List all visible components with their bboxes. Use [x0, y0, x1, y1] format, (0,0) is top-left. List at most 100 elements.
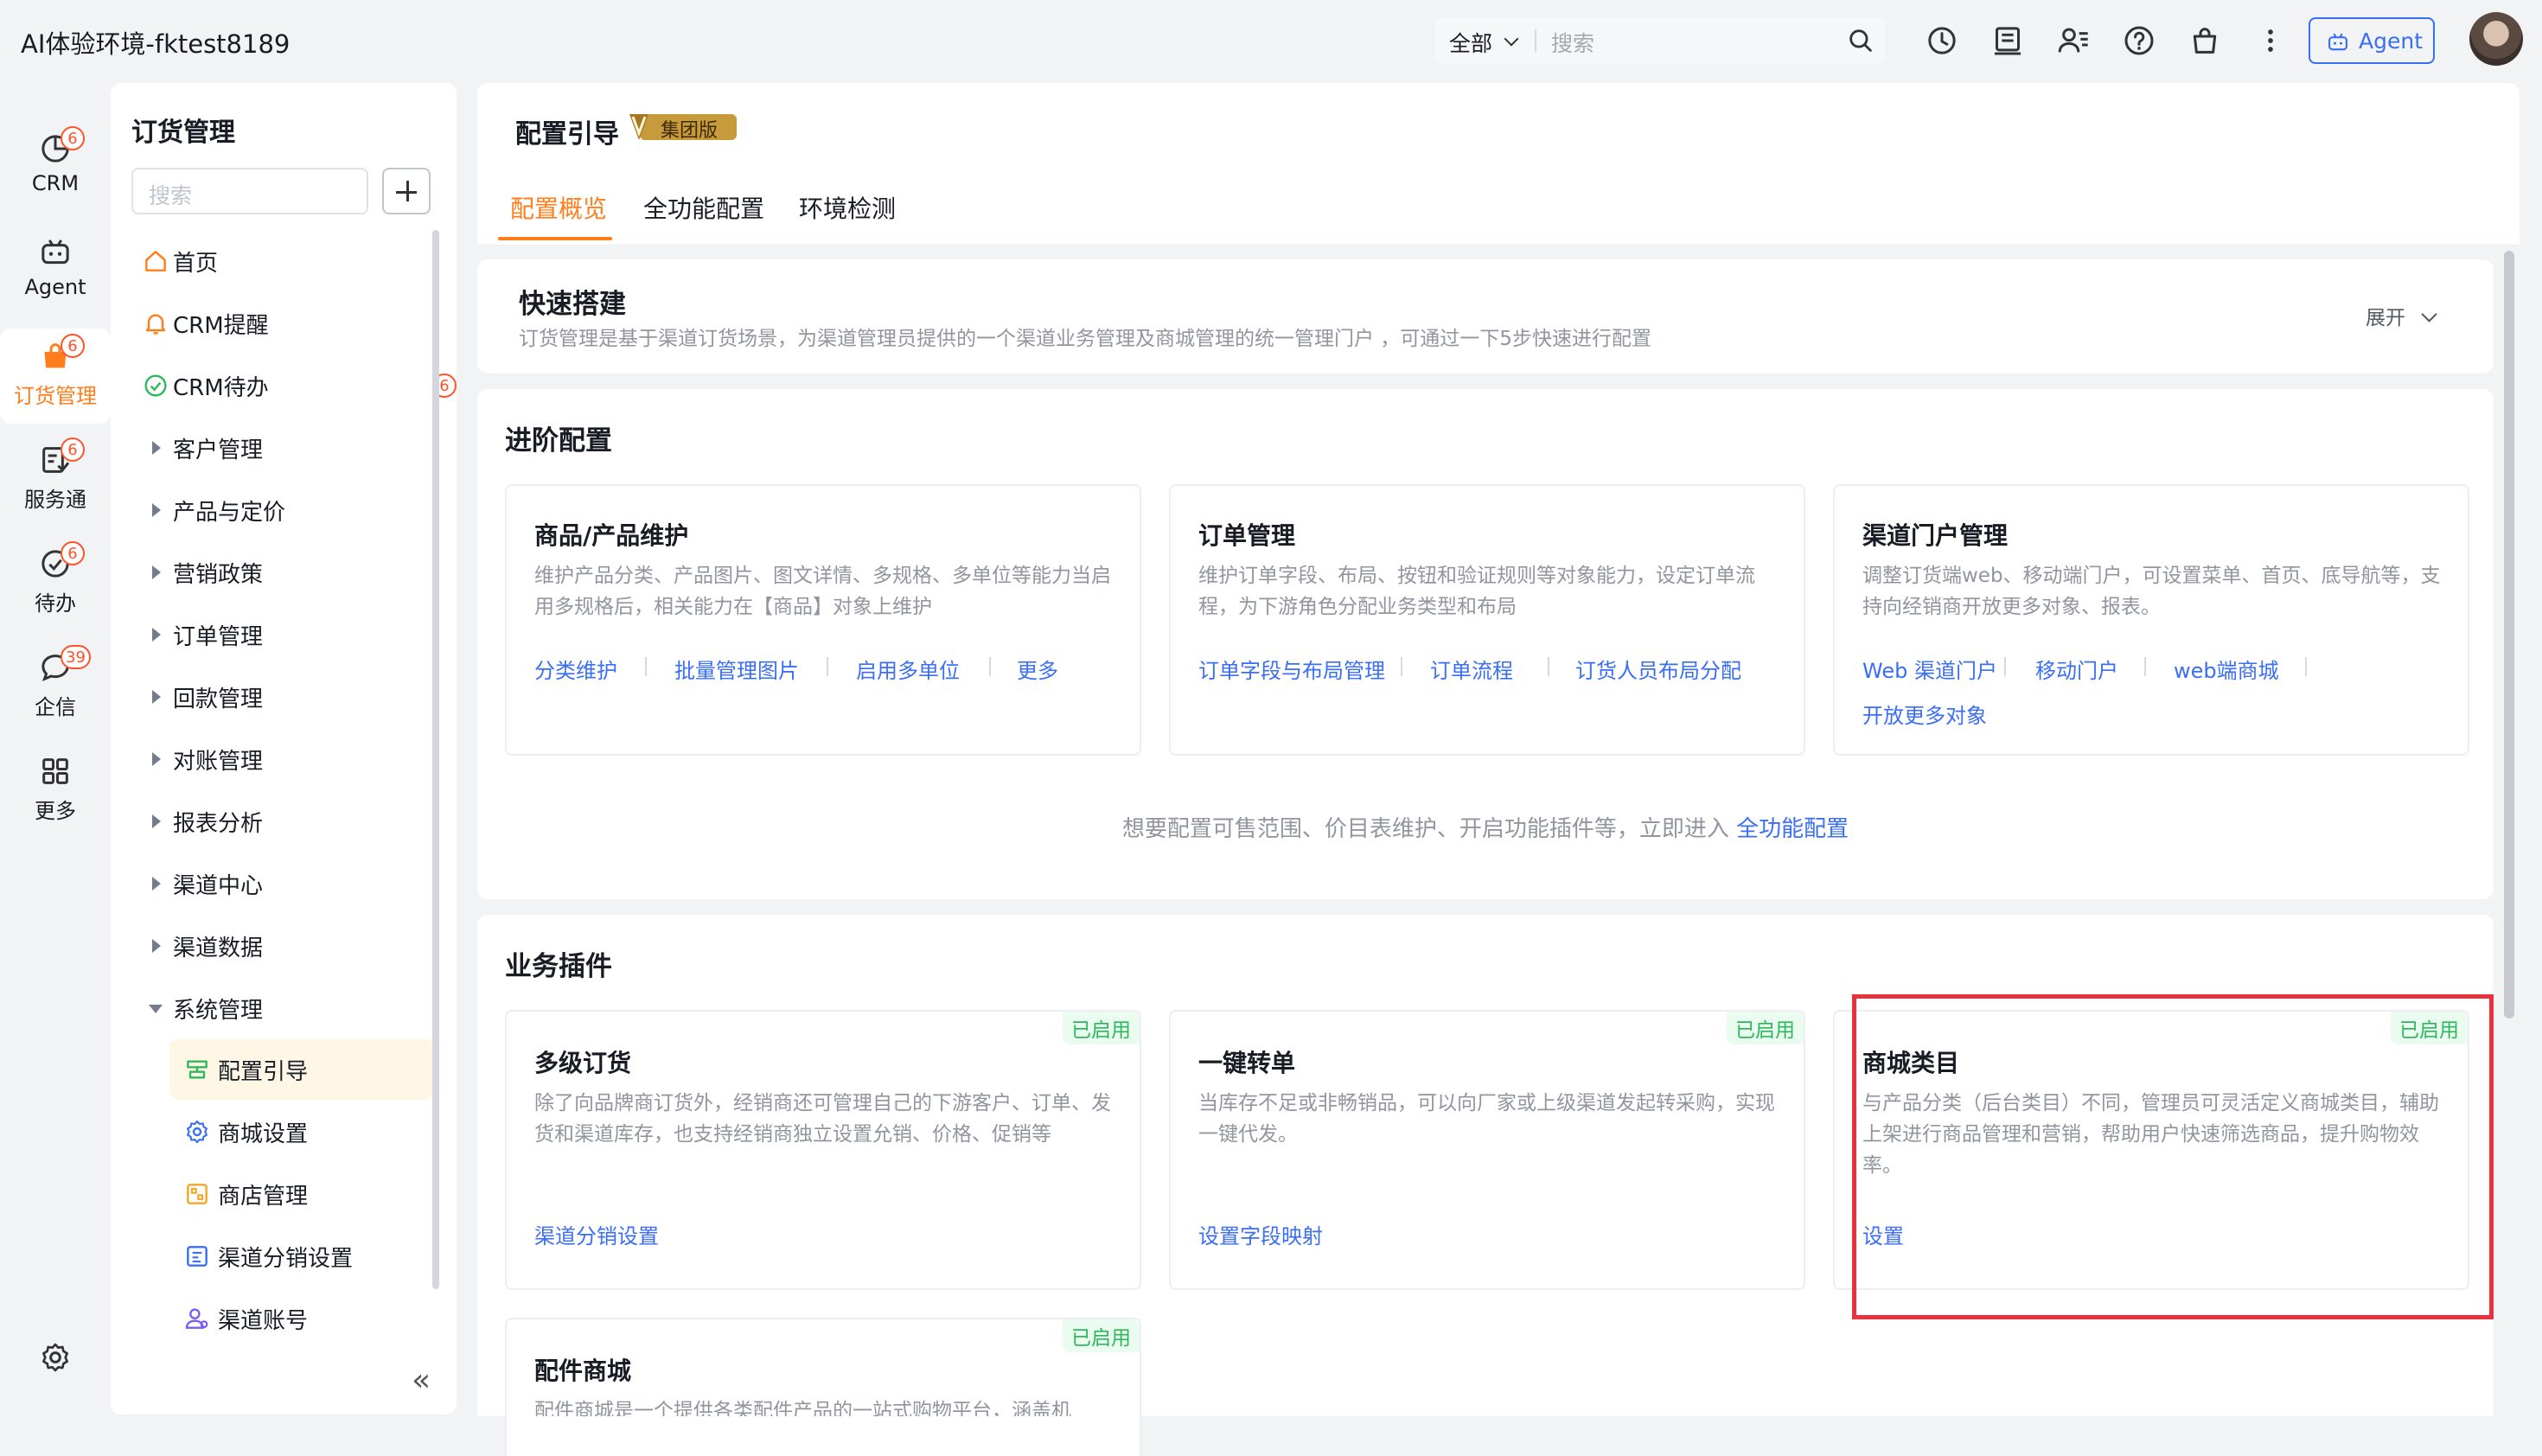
sidebar-item-home[interactable]: 首页	[142, 235, 436, 287]
link-web-portal[interactable]: Web 渠道门户	[1862, 654, 1997, 684]
card-desc: 当库存不足或非畅销品，可以向厂家或上级渠道发起转采购，实现一键代发。	[1198, 1092, 1775, 1146]
module-sidebar: 订货管理 搜索 首页 CRM提醒 CRM待办 6 客户管理 产品与定价 营销政策…	[111, 83, 457, 1414]
tab-environment-check[interactable]: 环境检测	[799, 190, 896, 225]
card-title: 订单管理	[1198, 521, 1296, 550]
grid-icon	[42, 758, 68, 784]
link-batch-images[interactable]: 批量管理图片	[674, 654, 799, 684]
sidebar-item-label: 客户管理	[173, 437, 264, 463]
sidebar-item-label: 商城设置	[218, 1121, 309, 1147]
add-button[interactable]	[382, 168, 431, 214]
more-icon[interactable]	[2253, 23, 2288, 58]
sidebar-item-channel-accounts[interactable]: 渠道账号	[169, 1288, 434, 1349]
link-field-mapping[interactable]: 设置字段映射	[1198, 1219, 1323, 1249]
sidebar-group-reports[interactable]: 报表分析	[142, 795, 436, 847]
rail-item-more[interactable]: 更多	[0, 744, 111, 839]
sidebar-item-label: 首页	[173, 251, 219, 277]
settings-gear-icon[interactable]	[38, 1340, 73, 1375]
expand-button[interactable]: 展开	[2366, 301, 2438, 330]
link-order-flow[interactable]: 订单流程	[1430, 654, 1513, 684]
global-search[interactable]: 全部 搜索	[1435, 17, 1885, 64]
rail-item-crm[interactable]: 6 CRM	[0, 121, 111, 216]
business-plugins-title: 业务插件	[505, 951, 612, 982]
sidebar-item-label: 回款管理	[173, 686, 264, 712]
link-mobile-portal[interactable]: 移动门户	[2035, 654, 2118, 684]
sidebar-item-crm-reminder[interactable]: CRM提醒	[142, 297, 436, 349]
full-config-link[interactable]: 全功能配置	[1736, 816, 1849, 842]
link-order-fields-layout[interactable]: 订单字段与布局管理	[1198, 654, 1385, 684]
expand-label: 展开	[2366, 307, 2405, 329]
notes-icon[interactable]	[1990, 23, 2025, 58]
caret-down-icon	[149, 1005, 163, 1013]
search-scope-select[interactable]: 全部	[1449, 27, 1492, 58]
card-title: 渠道门户管理	[1862, 521, 2009, 550]
caret-right-icon	[152, 690, 161, 704]
rail-item-order-management[interactable]: 6 订货管理	[0, 329, 111, 424]
rail-item-service[interactable]: 6 服务通	[0, 432, 111, 527]
sidebar-group-payments[interactable]: 回款管理	[142, 671, 436, 723]
advanced-config-title: 进阶配置	[505, 425, 612, 457]
collapse-sidebar-icon[interactable]: «	[412, 1363, 431, 1398]
distribution-icon	[187, 1246, 208, 1267]
chevron-down-icon	[1504, 31, 1519, 47]
caret-right-icon	[152, 939, 161, 953]
card-title: 配件商城	[534, 1357, 632, 1385]
quick-build-title: 快速搭建	[519, 289, 626, 320]
rail-item-agent[interactable]: Agent	[0, 225, 111, 320]
rail-item-todo[interactable]: 6 待办	[0, 536, 111, 631]
link-more[interactable]: 更多	[1017, 654, 1058, 684]
sidebar-item-channel-distribution[interactable]: 渠道分销设置	[169, 1226, 434, 1287]
link-category-maintenance[interactable]: 分类维护	[534, 654, 617, 684]
sidebar-item-store-management[interactable]: 商店管理	[169, 1164, 434, 1224]
link-enable-multi-unit[interactable]: 启用多单位	[856, 654, 960, 684]
sidebar-scrollbar[interactable]	[432, 230, 439, 1289]
card-desc: 除了向品牌商订货外，经销商还可管理自己的下游客户、订单、发货和渠道库存，也支持经…	[534, 1092, 1111, 1146]
tab-overview[interactable]: 配置概览	[510, 190, 607, 225]
advanced-config-panel: 进阶配置 商品/产品维护 维护产品分类、产品图片、图文详情、多规格、多单位等能力…	[477, 389, 2494, 899]
tab-full-config[interactable]: 全功能配置	[643, 190, 764, 225]
sidebar-group-marketing[interactable]: 营销政策	[142, 546, 436, 598]
card-desc: 配件商城是一个提供各类配件产品的一站式购物平台，涵盖机	[534, 1400, 1071, 1416]
sidebar-item-mall-settings[interactable]: 商城设置	[169, 1102, 434, 1162]
agent-button[interactable]: Agent	[2309, 17, 2435, 64]
caret-right-icon	[152, 628, 161, 642]
sidebar-group-orders[interactable]: 订单管理	[142, 609, 436, 661]
shop-icon[interactable]	[2188, 23, 2222, 58]
history-icon[interactable]	[1925, 23, 1959, 58]
sidebar-search-input[interactable]: 搜索	[131, 168, 368, 214]
contacts-icon[interactable]	[2056, 23, 2091, 58]
caret-right-icon	[152, 814, 161, 828]
rail-badge: 6	[61, 437, 85, 462]
check-circle-icon	[144, 374, 167, 397]
main-scrollbar[interactable]	[2504, 251, 2514, 1019]
plugin-card-parts-mall: 已启用 配件商城 配件商城是一个提供各类配件产品的一站式购物平台，涵盖机	[505, 1318, 1141, 1456]
advanced-footer-text: 想要配置可售范围、价目表维护、开启功能插件等，立即进入	[1121, 816, 1729, 842]
store-icon	[187, 1184, 208, 1204]
link-layout-assignment[interactable]: 订货人员布局分配	[1575, 654, 1741, 684]
sidebar-group-channel-data[interactable]: 渠道数据	[142, 920, 436, 972]
caret-right-icon	[152, 441, 161, 455]
sidebar-item-label: 渠道分销设置	[218, 1246, 354, 1272]
card-title: 商品/产品维护	[534, 521, 689, 550]
rail-item-messages[interactable]: 39 企信	[0, 640, 111, 735]
link-web-mall[interactable]: web端商城	[2174, 654, 2279, 684]
search-icon[interactable]	[1846, 26, 1875, 55]
rail-badge: 6	[61, 126, 85, 150]
sidebar-item-label: 订单管理	[173, 624, 264, 650]
home-icon	[145, 251, 166, 271]
link-separator	[989, 657, 991, 676]
sidebar-group-system[interactable]: 系统管理	[142, 982, 436, 1034]
sidebar-group-customers[interactable]: 客户管理	[142, 422, 436, 474]
sidebar-item-crm-todo[interactable]: CRM待办 6	[142, 360, 457, 412]
link-channel-distribution-settings[interactable]: 渠道分销设置	[534, 1219, 659, 1249]
link-open-more-objects[interactable]: 开放更多对象	[1862, 699, 1987, 729]
search-input[interactable]: 搜索	[1551, 27, 1594, 58]
avatar[interactable]	[2469, 12, 2523, 66]
sidebar-group-reconciliation[interactable]: 对账管理	[142, 733, 436, 785]
sidebar-group-products[interactable]: 产品与定价	[142, 484, 436, 536]
sidebar-item-config-guide[interactable]: 配置引导	[169, 1039, 434, 1100]
sidebar-group-channel-center[interactable]: 渠道中心	[142, 858, 436, 910]
card-desc: 调整订货端web、移动端门户，可设置菜单、首页、底导航等，支持向经销商开放更多对…	[1862, 565, 2441, 618]
plugin-card-multi-level: 已启用 多级订货 除了向品牌商订货外，经销商还可管理自己的下游客户、订单、发货和…	[505, 1010, 1141, 1290]
sidebar-item-label: 渠道中心	[173, 873, 264, 899]
help-icon[interactable]	[2122, 23, 2156, 58]
